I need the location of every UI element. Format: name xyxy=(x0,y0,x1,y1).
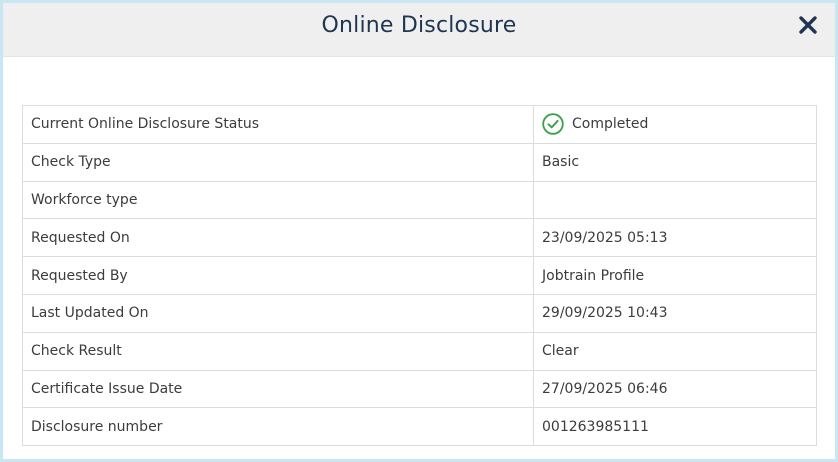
row-value: 001263985111 xyxy=(533,407,817,447)
row-value: 29/09/2025 10:43 xyxy=(533,293,817,333)
row-label: Certificate Issue Date xyxy=(22,369,534,409)
row-value xyxy=(533,180,817,220)
status-value: Completed xyxy=(542,113,808,136)
row-label: Requested By xyxy=(22,256,534,295)
table-row: Certificate Issue Date 27/09/2025 06:46 xyxy=(22,369,817,409)
table-row: Check Type Basic xyxy=(22,142,817,182)
table-row: Last Updated On 29/09/2025 10:43 xyxy=(22,293,817,333)
modal-body: Current Online Disclosure Status Complet… xyxy=(3,57,835,459)
table-row: Current Online Disclosure Status Complet… xyxy=(22,105,817,144)
row-label: Requested On xyxy=(22,218,534,258)
close-icon xyxy=(799,16,817,34)
row-label: Last Updated On xyxy=(22,293,534,333)
table-row: Disclosure number 001263985111 xyxy=(22,407,817,447)
modal-dialog: Online Disclosure Current Online Disclos… xyxy=(0,0,838,462)
row-label: Current Online Disclosure Status xyxy=(22,105,534,144)
row-label: Check Result xyxy=(22,331,534,371)
table-row: Requested On 23/09/2025 05:13 xyxy=(22,218,817,258)
row-value: Completed xyxy=(533,105,817,144)
modal-title: Online Disclosure xyxy=(321,13,517,38)
table-row: Workforce type xyxy=(22,180,817,220)
row-value: Basic xyxy=(533,142,817,182)
table-row: Check Result Clear xyxy=(22,331,817,371)
row-label: Check Type xyxy=(22,142,534,182)
row-value: 27/09/2025 06:46 xyxy=(533,369,817,409)
disclosure-details-table: Current Online Disclosure Status Complet… xyxy=(22,105,817,447)
row-value: 23/09/2025 05:13 xyxy=(533,218,817,258)
modal-header: Online Disclosure xyxy=(3,3,835,57)
row-label: Workforce type xyxy=(22,180,534,220)
row-label: Disclosure number xyxy=(22,407,534,447)
close-button[interactable] xyxy=(795,12,821,38)
row-value: Jobtrain Profile xyxy=(533,256,817,295)
check-circle-icon xyxy=(542,113,564,136)
row-value: Clear xyxy=(533,331,817,371)
status-text: Completed xyxy=(572,116,649,133)
table-row: Requested By Jobtrain Profile xyxy=(22,256,817,295)
